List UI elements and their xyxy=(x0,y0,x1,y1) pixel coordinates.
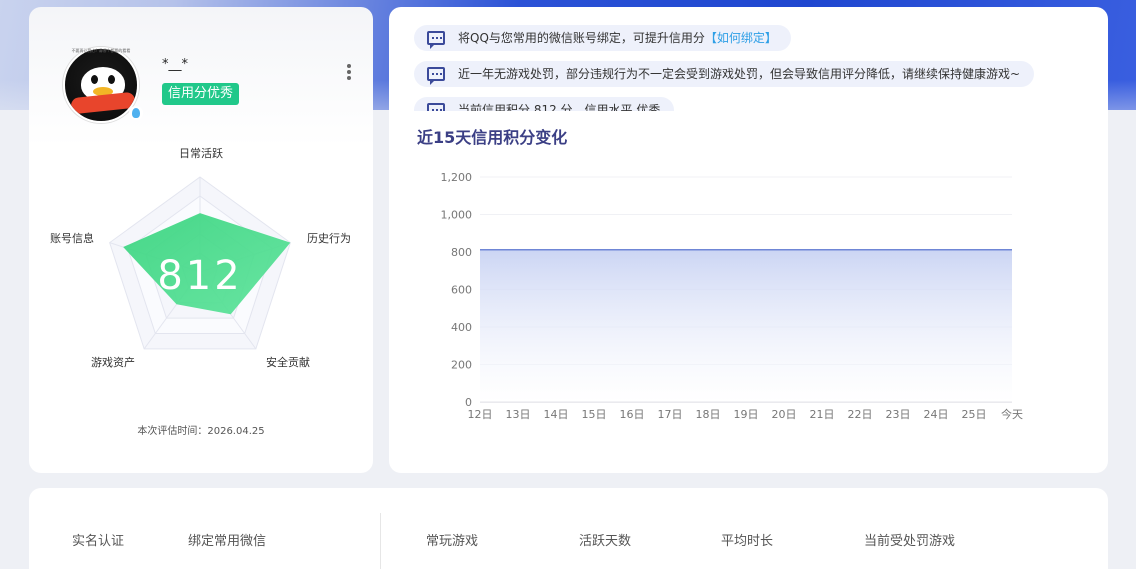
avatar-eye-left xyxy=(91,75,98,84)
stats-card: 实名认证 绑定常用微信 常玩游戏 活跃天数 平均时长 当前受处罚游戏 xyxy=(29,488,1108,569)
x-tick-label: 15日 xyxy=(582,408,607,421)
x-tick-label: 25日 xyxy=(962,408,987,421)
y-tick-label: 1,000 xyxy=(441,209,473,222)
avatar-scarf xyxy=(70,91,136,115)
radar-label-daily-active: 日常活跃 xyxy=(179,147,223,160)
common-games-label: 常玩游戏 xyxy=(426,534,479,549)
evaluation-time: 本次评估时间：2026.04.25 xyxy=(137,426,265,437)
x-tick-label: 16日 xyxy=(620,408,645,421)
more-options-icon[interactable] xyxy=(341,63,357,83)
qq-icon xyxy=(129,106,143,120)
chart-card: 将QQ与您常用的微信账号绑定，可提升信用分【如何绑定】 近一年无游戏处罚，部分违… xyxy=(389,7,1108,473)
credit-level-badge: 信用分优秀 xyxy=(162,83,240,105)
y-tick-label: 600 xyxy=(451,284,472,297)
x-tick-label: 17日 xyxy=(658,408,683,421)
x-tick-label: 14日 xyxy=(544,408,569,421)
credit-score: 812 xyxy=(157,253,242,299)
profile-card: 不要再让我心! 请哪个都要的看看 *__* 信用分优秀 812 日常活跃 历史行… xyxy=(29,7,373,473)
radar-label-account-info: 账号信息 xyxy=(50,232,94,245)
x-tick-label: 21日 xyxy=(810,408,835,421)
real-name-label: 实名认证 xyxy=(72,534,125,549)
series-area xyxy=(480,249,1012,402)
radar-label-game-assets: 游戏资产 xyxy=(91,356,135,369)
avg-duration-label: 平均时长 xyxy=(721,534,774,549)
radar-chart: 812 xyxy=(109,176,291,350)
avatar-eye-right xyxy=(108,75,115,84)
x-tick-label: 19日 xyxy=(734,408,759,421)
line-chart: 02004006008001,0001,200 12日 13日 14日 15日 16日 1… xyxy=(441,171,1024,421)
x-tick-label: 今天 xyxy=(1001,407,1023,421)
punished-games-label: 当前受处罚游戏 xyxy=(864,534,956,549)
x-tick-label: 12日 xyxy=(468,408,493,421)
x-tick-label: 22日 xyxy=(848,408,873,421)
avatar[interactable] xyxy=(63,47,139,123)
bind-wechat-label: 绑定常用微信 xyxy=(188,534,267,549)
x-tick-label: 13日 xyxy=(506,408,531,421)
x-tick-label: 18日 xyxy=(696,408,721,421)
x-tick-label: 23日 xyxy=(886,408,911,421)
divider xyxy=(380,513,381,569)
x-tick-label: 20日 xyxy=(772,408,797,421)
radar-label-history: 历史行为 xyxy=(307,232,351,245)
nickname: *__* xyxy=(162,57,188,72)
avatar-caption: 不要再让我心! 请哪个都要的看看 xyxy=(71,48,131,53)
y-tick-label: 200 xyxy=(451,359,472,372)
radar-label-security: 安全贡献 xyxy=(266,356,310,369)
x-tick-label: 24日 xyxy=(924,408,949,421)
y-tick-label: 1,200 xyxy=(441,171,473,184)
y-tick-label: 400 xyxy=(451,321,472,334)
active-days-label: 活跃天数 xyxy=(579,534,632,549)
y-tick-label: 800 xyxy=(451,246,472,259)
